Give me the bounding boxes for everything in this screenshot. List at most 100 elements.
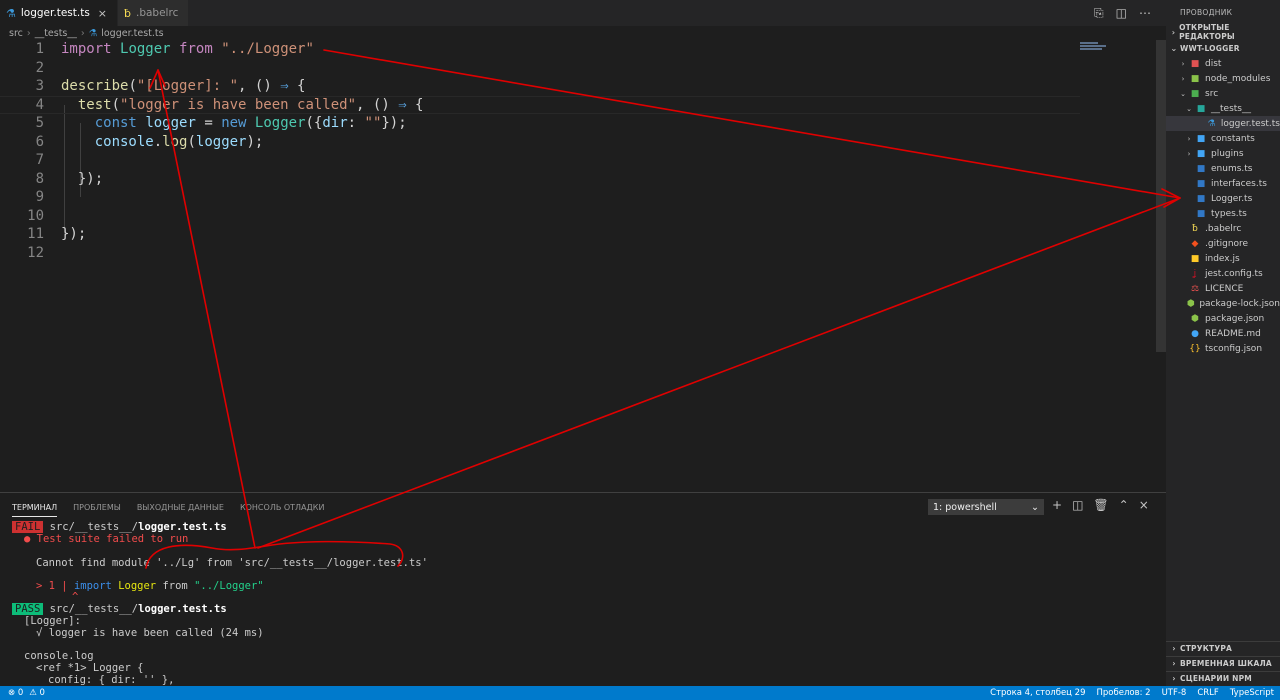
node-icon: ⬢ bbox=[1191, 313, 1199, 324]
folder-icon: ■ bbox=[1196, 103, 1206, 114]
terminal-line: FAIL src/__tests__/logger.test.ts bbox=[12, 521, 227, 533]
breadcrumb-item-tests[interactable]: __tests__ bbox=[35, 28, 77, 39]
warnings-indicator[interactable]: ⚠ 0 bbox=[29, 688, 45, 698]
status-bar: ⊗ 0 ⚠ 0 Строка 4, столбец 29 Пробелов: 2… bbox=[0, 686, 1280, 700]
flask-icon: ⚗ bbox=[88, 27, 98, 39]
new-terminal-icon[interactable]: + bbox=[1052, 498, 1062, 512]
editor-scrollbar[interactable] bbox=[1156, 40, 1166, 352]
tree-item-node-modules[interactable]: › ■ node_modules bbox=[1166, 71, 1280, 86]
code-line: 3 describe("[Logger]: ", () ⇒ { bbox=[35, 78, 306, 95]
line-endings[interactable]: CRLF bbox=[1197, 688, 1218, 698]
ts-icon: ■ bbox=[1196, 178, 1206, 189]
section-open-editors[interactable]: › ОТКРЫТЫЕ РЕДАКТОРЫ bbox=[1166, 23, 1280, 41]
tree-item-babelrc[interactable]: ƀ .babelrc bbox=[1166, 221, 1280, 236]
terminal-select-value: 1: powershell bbox=[933, 501, 997, 513]
terminal-select[interactable]: 1: powershell ⌄ bbox=[928, 499, 1044, 515]
indentation[interactable]: Пробелов: 2 bbox=[1096, 688, 1150, 698]
json-icon: {} bbox=[1189, 343, 1201, 354]
terminal-line: √ logger is have been called (24 ms) bbox=[36, 627, 264, 639]
folder-icon: ■ bbox=[1190, 58, 1200, 69]
errors-indicator[interactable]: ⊗ 0 bbox=[8, 688, 23, 698]
pass-badge: PASS bbox=[12, 603, 44, 615]
tree-item-jest-config[interactable]: ʝ jest.config.ts bbox=[1166, 266, 1280, 281]
terminal-output[interactable]: FAIL src/__tests__/logger.test.ts ● Test… bbox=[0, 521, 1166, 687]
code-line: 12 bbox=[27, 244, 44, 261]
folder-icon: ■ bbox=[1190, 73, 1200, 84]
flask-icon: ⚗ bbox=[6, 6, 16, 20]
ts-icon: ■ bbox=[1196, 163, 1206, 174]
section-timeline[interactable]: › ВРЕМЕННАЯ ШКАЛА bbox=[1166, 656, 1280, 670]
babel-icon: ƀ bbox=[124, 6, 131, 20]
tree-item-enums[interactable]: ■ enums.ts bbox=[1166, 161, 1280, 176]
close-panel-icon[interactable]: × bbox=[1139, 498, 1149, 512]
code-line: 10 bbox=[27, 207, 44, 224]
code-line: 1 import Logger from "../Logger" bbox=[35, 41, 314, 58]
section-outline[interactable]: › СТРУКТУРА bbox=[1166, 641, 1280, 655]
split-editor-icon[interactable]: ◫ bbox=[1116, 6, 1127, 20]
tree-item-licence[interactable]: ⚖ LICENCE bbox=[1166, 281, 1280, 296]
tree-item-package-json[interactable]: ⬢ package.json bbox=[1166, 311, 1280, 326]
encoding[interactable]: UTF-8 bbox=[1162, 688, 1187, 698]
tree-item-readme[interactable]: ● README.md bbox=[1166, 326, 1280, 341]
open-changes-icon[interactable]: ⎘ bbox=[1094, 6, 1104, 21]
tab-output[interactable]: ВЫХОДНЫЕ ДАННЫЕ bbox=[137, 503, 224, 512]
chevron-right-icon: › bbox=[1187, 134, 1191, 143]
code-line: 7 bbox=[35, 152, 44, 169]
minimap[interactable] bbox=[1080, 42, 1108, 54]
tree-item-package-lock[interactable]: ⬢ package-lock.json bbox=[1166, 296, 1280, 311]
close-icon[interactable]: × bbox=[98, 7, 107, 20]
code-editor[interactable]: 1 import Logger from "../Logger" 2 3 descr… bbox=[0, 40, 1166, 492]
info-icon: ● bbox=[1191, 328, 1199, 339]
tab-terminal[interactable]: ТЕРМИНАЛ bbox=[12, 503, 58, 517]
tree-item-index-js[interactable]: ■ index.js bbox=[1166, 251, 1280, 266]
terminal-line: > 1 | import Logger from "../Logger" bbox=[36, 580, 264, 592]
tab-debug-console[interactable]: КОНСОЛЬ ОТЛАДКИ bbox=[240, 503, 325, 512]
tree-item-tsconfig[interactable]: {} tsconfig.json bbox=[1166, 341, 1280, 356]
terminal-line: console.log bbox=[24, 650, 94, 662]
tree-item-logger[interactable]: ■ Logger.ts bbox=[1166, 191, 1280, 206]
node-icon: ⬢ bbox=[1187, 298, 1195, 309]
explorer-sidebar: ПРОВОДНИК › ОТКРЫТЫЕ РЕДАКТОРЫ ⌄ WWT-LOGGE… bbox=[1166, 0, 1280, 686]
cursor-position[interactable]: Строка 4, столбец 29 bbox=[990, 688, 1085, 698]
more-actions-icon[interactable]: ⋯ bbox=[1139, 6, 1151, 20]
code-line: 11}); bbox=[27, 226, 87, 243]
split-terminal-icon[interactable]: ◫ bbox=[1072, 498, 1083, 512]
section-npm-scripts[interactable]: › СЦЕНАРИИ NPM bbox=[1166, 671, 1280, 685]
tree-item-gitignore[interactable]: ◆ .gitignore bbox=[1166, 236, 1280, 251]
trash-icon[interactable]: 🗑 bbox=[1093, 498, 1108, 512]
chevron-down-icon: ⌄ bbox=[1180, 89, 1186, 98]
license-icon: ⚖ bbox=[1190, 283, 1200, 294]
terminal-line: Cannot find module '../Lg' from 'src/__t… bbox=[36, 557, 428, 569]
tab-babelrc[interactable]: ƀ .babelrc bbox=[118, 0, 190, 26]
chevron-right-icon: › bbox=[1172, 674, 1176, 683]
language-mode[interactable]: TypeScript bbox=[1230, 688, 1274, 698]
tree-item-dist[interactable]: › ■ dist bbox=[1166, 56, 1280, 71]
panel-actions: + ◫ 🗑 ⌃ × bbox=[1052, 498, 1149, 512]
breadcrumb: src › __tests__ › ⚗ logger.test.ts bbox=[0, 26, 1166, 40]
tree-item-tests[interactable]: ⌄ ■ __tests__ bbox=[1166, 101, 1280, 116]
code-line: 5 const logger = new Logger({dir: ""}); bbox=[35, 115, 407, 132]
chevron-down-icon: ⌄ bbox=[1031, 501, 1039, 513]
folder-icon: ■ bbox=[1196, 133, 1206, 144]
maximize-panel-icon[interactable]: ⌃ bbox=[1119, 498, 1129, 512]
flask-icon: ⚗ bbox=[1207, 118, 1216, 129]
chevron-right-icon: › bbox=[1172, 644, 1176, 653]
terminal-line: config: { dir: '' }, bbox=[48, 674, 175, 686]
tree-item-src[interactable]: ⌄ ■ src bbox=[1166, 86, 1280, 101]
code-line: 6 console.log(logger); bbox=[35, 133, 264, 150]
code-line-current: 4 test("logger is have been called", () … bbox=[0, 95, 1080, 114]
chevron-down-icon: ⌄ bbox=[1170, 43, 1178, 53]
breadcrumb-item-file[interactable]: logger.test.ts bbox=[101, 28, 163, 39]
tab-logger-test[interactable]: ⚗ logger.test.ts × bbox=[0, 0, 119, 26]
tree-item-interfaces[interactable]: ■ interfaces.ts bbox=[1166, 176, 1280, 191]
explorer-title: ПРОВОДНИК bbox=[1180, 8, 1233, 17]
editor-actions: ⎘ ◫ ⋯ bbox=[1094, 0, 1151, 26]
section-project[interactable]: ⌄ WWT-LOGGER bbox=[1166, 41, 1280, 55]
breadcrumb-item-src[interactable]: src bbox=[9, 28, 23, 39]
tree-item-logger-test[interactable]: ⚗ logger.test.ts bbox=[1166, 116, 1280, 131]
tab-bar: ⚗ logger.test.ts × ƀ .babelrc bbox=[0, 0, 1166, 26]
tree-item-plugins[interactable]: › ■ plugins bbox=[1166, 146, 1280, 161]
tree-item-types[interactable]: ■ types.ts bbox=[1166, 206, 1280, 221]
tree-item-constants[interactable]: › ■ constants bbox=[1166, 131, 1280, 146]
tab-problems[interactable]: ПРОБЛЕМЫ bbox=[73, 503, 121, 512]
